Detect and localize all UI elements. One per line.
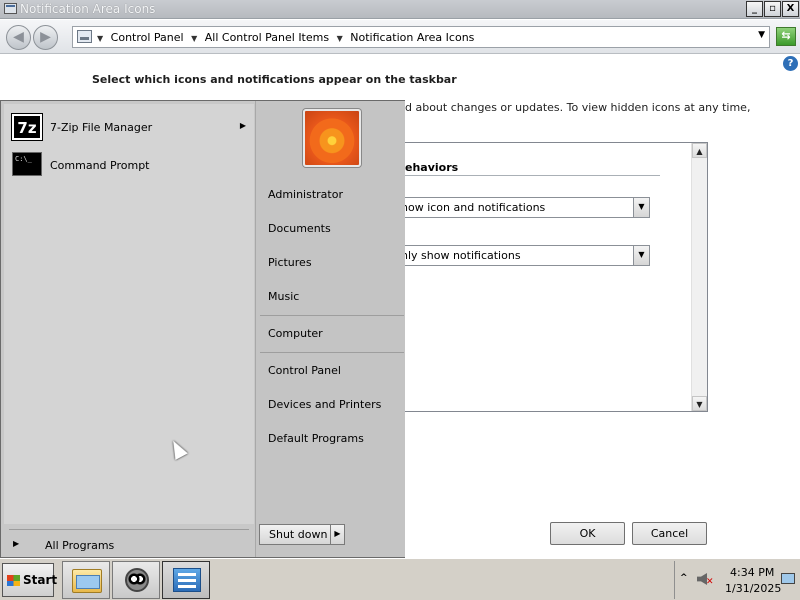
forward-button[interactable]: ▶ xyxy=(33,25,58,50)
close-button[interactable]: X xyxy=(782,1,799,17)
chevron-down-icon[interactable]: ▼ xyxy=(633,246,649,265)
vertical-scrollbar[interactable]: ▲ ▼ xyxy=(691,143,707,411)
refresh-icon[interactable]: ⇆ xyxy=(776,27,796,46)
taskbar-windows-explorer[interactable] xyxy=(62,561,110,599)
notification-icons-list[interactable]: ehaviors how icon and notifications ▼ nl… xyxy=(401,142,708,412)
muted-icon: ✕ xyxy=(706,577,714,587)
expand-arrow-icon: ▶ xyxy=(13,539,20,548)
navigation-bar: ◀ ▶ ▼ Control Panel ▼ All Control Panel … xyxy=(0,20,800,54)
address-history-dropdown-icon[interactable]: ▼ xyxy=(758,30,765,40)
all-programs-divider xyxy=(9,529,249,530)
cancel-button[interactable]: Cancel xyxy=(632,522,707,545)
link-pictures[interactable]: Pictures xyxy=(268,256,312,269)
breadcrumb-control-panel[interactable]: Control Panel xyxy=(111,31,184,44)
shutdown-options-arrow-icon[interactable]: ▶ xyxy=(330,525,344,544)
behavior-select-value: how icon and notifications xyxy=(401,201,546,214)
breadcrumb-all-items[interactable]: All Control Panel Items xyxy=(205,31,329,44)
notification-area: ^ ✕ 4:34 PM 1/31/2025 xyxy=(674,561,798,599)
link-default-programs[interactable]: Default Programs xyxy=(268,432,364,445)
link-administrator[interactable]: Administrator xyxy=(268,188,343,201)
taskbar-raccoon-app[interactable] xyxy=(112,561,160,599)
control-panel-icon xyxy=(173,568,201,592)
maximize-button[interactable]: ▫ xyxy=(764,1,781,17)
behavior-select[interactable]: how icon and notifications ▼ xyxy=(401,197,650,218)
windows-logo-icon xyxy=(7,575,20,586)
program-7zip[interactable]: 7z 7-Zip File Manager ▶ xyxy=(11,112,252,144)
window-title: Notification Area Icons xyxy=(20,2,156,16)
link-computer[interactable]: Computer xyxy=(268,327,323,340)
page-description: d about changes or updates. To view hidd… xyxy=(405,101,751,114)
back-button[interactable]: ◀ xyxy=(6,25,31,50)
breadcrumb: ▼ Control Panel ▼ All Control Panel Item… xyxy=(97,31,478,44)
shutdown-label: Shut down xyxy=(269,528,328,541)
help-icon[interactable]: ? xyxy=(783,56,798,71)
chevron-down-icon[interactable]: ▼ xyxy=(633,198,649,217)
link-music[interactable]: Music xyxy=(268,290,299,303)
program-label: Command Prompt xyxy=(50,159,150,172)
clock-date[interactable]: 1/31/2025 xyxy=(725,582,781,595)
behavior-select[interactable]: nly show notifications ▼ xyxy=(401,245,650,266)
7zip-icon: 7z xyxy=(11,113,43,141)
breadcrumb-notification-area-icons[interactable]: Notification Area Icons xyxy=(350,31,474,44)
header-divider xyxy=(405,175,660,176)
start-menu-links-pane: Administrator Documents Pictures Music C… xyxy=(255,101,405,557)
user-picture[interactable] xyxy=(303,109,361,167)
scroll-up-icon[interactable]: ▲ xyxy=(692,143,707,158)
taskbar-control-panel[interactable] xyxy=(162,561,210,599)
window-icon[interactable] xyxy=(4,3,17,14)
program-label: 7-Zip File Manager xyxy=(50,121,153,134)
control-panel-icon xyxy=(77,30,92,43)
submenu-arrow-icon: ▶ xyxy=(239,121,246,130)
address-bar[interactable]: ▼ Control Panel ▼ All Control Panel Item… xyxy=(72,26,770,48)
command-prompt-icon: C:\_ xyxy=(12,152,42,176)
start-menu-programs-pane: 7z 7-Zip File Manager ▶ C:\_ Command Pro… xyxy=(4,104,254,524)
start-button[interactable]: Start xyxy=(2,563,58,597)
show-hidden-icons-chevron-icon[interactable]: ^ xyxy=(680,573,688,583)
clock-time[interactable]: 4:34 PM xyxy=(730,566,774,579)
ok-button[interactable]: OK xyxy=(550,522,625,545)
taskbar: Start ^ ✕ 4:34 PM 1/31/2025 xyxy=(0,558,800,600)
behavior-select-value: nly show notifications xyxy=(401,249,521,262)
minimize-button[interactable]: _ xyxy=(746,1,763,17)
raccoon-app-icon xyxy=(125,568,149,592)
all-programs-button[interactable]: ▶ All Programs xyxy=(9,537,249,555)
breadcrumb-chevron-icon[interactable]: ▼ xyxy=(191,34,197,43)
breadcrumb-chevron-icon[interactable]: ▼ xyxy=(337,34,343,43)
shutdown-button[interactable]: Shut down ▶ xyxy=(259,524,345,545)
title-bar: Notification Area Icons _ ▫ X xyxy=(0,0,800,19)
scroll-down-icon[interactable]: ▼ xyxy=(692,396,707,411)
program-command-prompt[interactable]: C:\_ Command Prompt xyxy=(12,150,252,182)
link-control-panel[interactable]: Control Panel xyxy=(268,364,341,377)
page-title: Select which icons and notifications app… xyxy=(92,73,457,86)
all-programs-label: All Programs xyxy=(45,539,115,552)
windows-explorer-icon xyxy=(72,569,102,593)
links-divider xyxy=(260,352,404,353)
link-documents[interactable]: Documents xyxy=(268,222,331,235)
links-divider xyxy=(260,315,404,316)
link-devices-and-printers[interactable]: Devices and Printers xyxy=(268,398,381,411)
network-icon[interactable] xyxy=(781,573,795,584)
start-menu: 7z 7-Zip File Manager ▶ C:\_ Command Pro… xyxy=(0,100,405,558)
breadcrumb-root-chevron-icon[interactable]: ▼ xyxy=(97,34,103,43)
behaviors-column-header: ehaviors xyxy=(405,161,459,174)
start-label: Start xyxy=(23,573,58,587)
